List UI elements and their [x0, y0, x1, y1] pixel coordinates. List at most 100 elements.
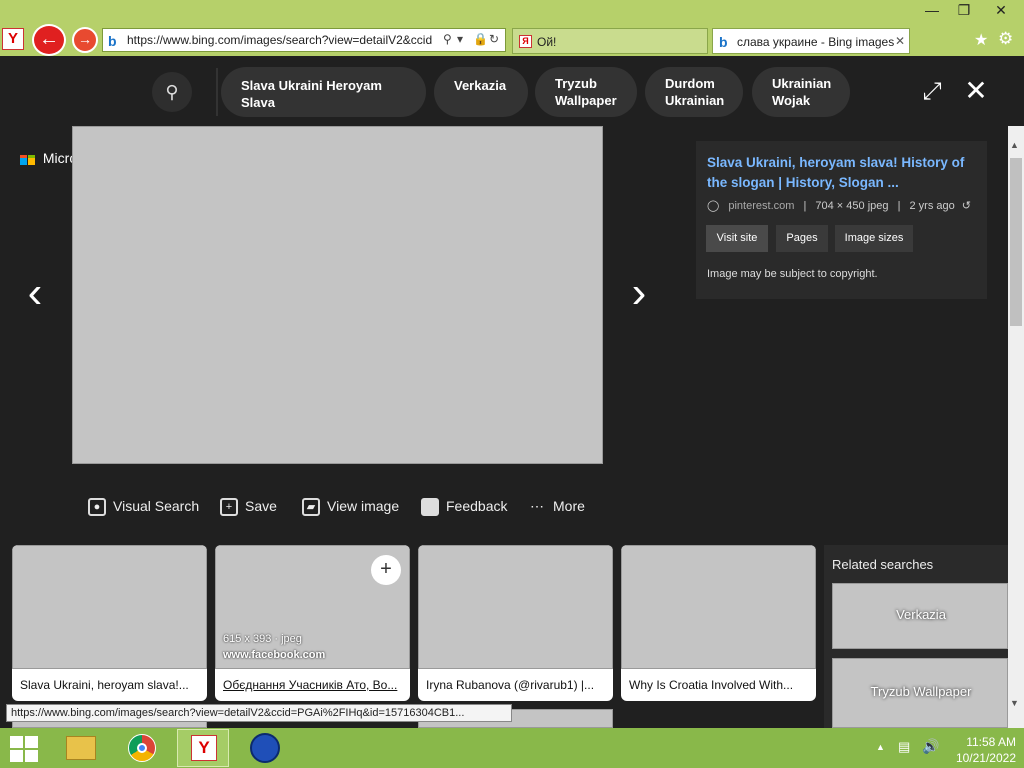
forward-button[interactable]: → [72, 27, 98, 53]
action-label: More [553, 498, 585, 514]
file-explorer-taskbar-button[interactable] [54, 729, 106, 767]
globe-icon: ◯ [707, 200, 720, 212]
previous-image-button[interactable]: ‹ [20, 270, 50, 320]
refresh-icon[interactable]: ↻ [489, 32, 499, 46]
chip-tryzub-wallpaper[interactable]: Tryzub Wallpaper [535, 67, 637, 117]
tab-bing-images[interactable]: b слава украине - Bing images ✕ [712, 28, 910, 54]
related-search-label: Verkazia [896, 607, 946, 622]
image-meta: ◯ pinterest.com | 704 × 450 jpeg | 2 yrs… [707, 200, 972, 212]
start-button[interactable] [10, 736, 38, 762]
visit-site-button[interactable]: Visit site [706, 225, 768, 252]
scroll-down-icon[interactable]: ▼ [1010, 698, 1019, 708]
clock-time: 11:58 AM [966, 735, 1016, 749]
chip-verkazia[interactable]: Verkazia [434, 67, 528, 117]
feedback-icon [421, 498, 439, 517]
action-label: Save [245, 498, 277, 514]
related-search-tryzub-wallpaper[interactable]: Tryzub Wallpaper [832, 658, 1008, 728]
save-collection-icon: + [220, 498, 238, 517]
yandex-favicon-icon: Я [519, 35, 532, 48]
related-searches-heading: Related searches [832, 557, 934, 572]
thumbnail-caption: Iryna Rubanova (@rivarub1) |... [426, 678, 595, 692]
bing-favicon-icon: b [108, 33, 117, 49]
thumbnail-image [621, 545, 816, 669]
status-url-tooltip: https://www.bing.com/images/search?view=… [6, 704, 512, 722]
show-hidden-icons-icon[interactable]: ▲ [876, 742, 885, 752]
thumbnail-caption: Slava Ukraini, heroyam slava!... [20, 678, 189, 692]
chip-slava-ukraini[interactable]: Slava Ukraini Heroyam Slava [221, 67, 426, 117]
minimize-button[interactable]: — [918, 0, 946, 20]
more-button[interactable]: ⋯ More [530, 494, 585, 518]
back-arrow-icon: ← [39, 28, 59, 50]
windows-logo-icon [10, 736, 23, 748]
tab-oy[interactable]: Я Ой! [512, 28, 708, 54]
close-viewer-button[interactable]: ✕ [962, 76, 990, 106]
search-button[interactable]: ⚲ [152, 72, 192, 112]
scrollbar-thumb[interactable] [1010, 158, 1022, 326]
main-image[interactable] [72, 126, 603, 464]
system-clock[interactable]: 11:58 AM 10/21/2022 [940, 734, 1016, 766]
tab-label: Ой! [537, 35, 557, 49]
clock-date: 10/21/2022 [955, 751, 1016, 765]
thumbnail-dimensions: 615 x 393 · jpeg [223, 633, 302, 645]
thumbnail-image [418, 545, 613, 669]
image-sizes-button[interactable]: Image sizes [835, 225, 913, 252]
image-age: 2 yrs ago [909, 200, 955, 212]
thumbnail-card[interactable]: + 615 x 393 · jpeg www.facebook.com Обєд… [215, 545, 410, 701]
sonic-game-icon [250, 733, 280, 763]
thumbnail-site: www.facebook.com [223, 649, 326, 661]
source-domain[interactable]: pinterest.com [728, 200, 794, 212]
tab-label: слава украине - Bing images [737, 35, 895, 49]
image-dimensions: 704 × 450 jpeg [815, 200, 889, 212]
address-url[interactable]: https://www.bing.com/images/search?view=… [127, 33, 439, 49]
volume-icon[interactable]: 🔊 [922, 738, 939, 755]
close-window-button[interactable]: ✕ [982, 0, 1020, 20]
more-dots-icon: ⋯ [530, 498, 545, 514]
feedback-button[interactable]: Feedback [421, 494, 507, 518]
search-icon[interactable]: ⚲ [443, 32, 452, 46]
yandex-browser-icon[interactable]: Y [2, 28, 24, 50]
related-search-label: Tryzub Wallpaper [870, 684, 972, 699]
thumbnail-caption: Why Is Croatia Involved With... [629, 678, 794, 692]
image-source-title-link[interactable]: Slava Ukraini, heroyam slava! History of… [707, 153, 983, 193]
bing-favicon-icon: b [719, 34, 728, 50]
yandex-icon: Y [191, 735, 217, 761]
pages-button[interactable]: Pages [776, 225, 828, 252]
thumbnail-card[interactable]: Slava Ukraini, heroyam slava!... [12, 545, 207, 701]
action-label: View image [327, 498, 400, 514]
title-bar [0, 0, 1024, 24]
tab-close-icon[interactable]: ✕ [895, 34, 905, 48]
restore-button[interactable]: ❐ [950, 0, 978, 20]
lock-icon: 🔒 [473, 32, 488, 46]
action-label: Feedback [446, 498, 508, 514]
thumbnail-card[interactable]: Iryna Rubanova (@rivarub1) |... [418, 545, 613, 701]
add-to-collection-icon[interactable]: + [371, 555, 401, 585]
view-image-button[interactable]: ▰ View image [302, 494, 399, 518]
address-bar[interactable]: b https://www.bing.com/images/search?vie… [102, 28, 506, 52]
yandex-taskbar-button[interactable]: Y [177, 729, 229, 767]
visual-search-button[interactable]: ● Visual Search [88, 494, 199, 518]
action-label: Visual Search [113, 498, 200, 514]
copyright-notice: Image may be subject to copyright. [707, 268, 878, 280]
chip-ukrainian-wojak[interactable]: Ukrainian Wojak [752, 67, 850, 117]
back-button[interactable]: ← [32, 24, 66, 56]
related-search-verkazia[interactable]: Verkazia [832, 583, 1008, 649]
visual-search-icon: ● [88, 498, 106, 517]
search-icon: ⚲ [165, 82, 179, 102]
chip-durdom-ukrainian[interactable]: Durdom Ukrainian [645, 67, 743, 117]
next-image-button[interactable]: › [624, 270, 654, 320]
game-taskbar-button[interactable] [238, 729, 290, 767]
save-button[interactable]: + Save [220, 494, 277, 518]
favorites-star-icon[interactable]: ★ [974, 30, 988, 50]
thumbnail-card[interactable]: Why Is Croatia Involved With... [621, 545, 816, 701]
settings-gear-icon[interactable]: ⚙ [998, 29, 1013, 49]
expand-icon[interactable]: ⤢ [918, 78, 946, 106]
thumbnail-image [12, 545, 207, 669]
history-icon: ↺ [961, 200, 972, 212]
dropdown-icon[interactable]: ▾ [457, 32, 463, 46]
forward-arrow-icon: → [78, 31, 92, 47]
chrome-taskbar-button[interactable] [116, 729, 168, 767]
image-icon: ▰ [302, 498, 320, 517]
thumbnail-caption: Обєднання Учасників Ато, Во... [223, 678, 398, 692]
network-icon[interactable]: ▤ [898, 739, 910, 755]
scroll-up-icon[interactable]: ▲ [1010, 140, 1019, 150]
